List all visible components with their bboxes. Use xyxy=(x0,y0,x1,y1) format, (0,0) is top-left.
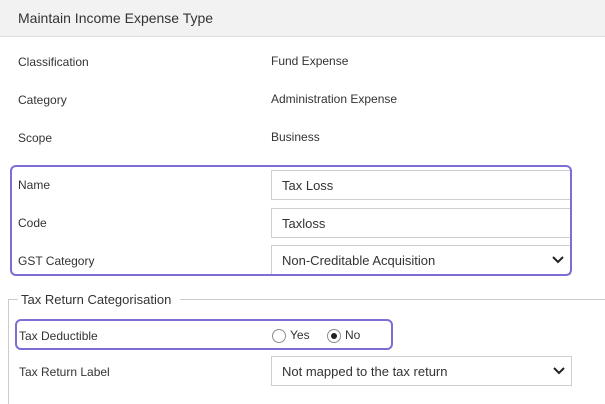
tax-return-label-select[interactable]: Not mapped to the tax return xyxy=(271,356,572,386)
fieldset-border-left xyxy=(8,299,9,404)
chevron-down-icon xyxy=(552,256,564,264)
tax-deductible-no-radio[interactable] xyxy=(327,329,341,343)
name-input-value: Tax Loss xyxy=(282,178,334,193)
code-input-value: Taxloss xyxy=(282,216,326,231)
tax-return-legend: Tax Return Categorisation xyxy=(19,292,174,307)
gst-category-select[interactable]: Non-Creditable Acquisition xyxy=(271,245,571,275)
classification-value: Fund Expense xyxy=(271,54,349,68)
gst-category-select-value: Non-Creditable Acquisition xyxy=(282,253,436,268)
gst-category-label: GST Category xyxy=(18,254,95,268)
radio-selected-dot xyxy=(331,333,337,339)
tax-return-label-label: Tax Return Label xyxy=(19,365,110,379)
tax-return-label-select-value: Not mapped to the tax return xyxy=(282,364,448,379)
fieldset-border-right-top xyxy=(180,299,605,300)
category-label: Category xyxy=(18,93,67,107)
tax-deductible-label: Tax Deductible xyxy=(19,329,98,343)
scope-value: Business xyxy=(271,130,320,144)
tax-deductible-yes-radio[interactable] xyxy=(272,329,286,343)
tax-deductible-yes-label[interactable]: Yes xyxy=(290,328,310,342)
chevron-down-icon xyxy=(553,367,565,375)
code-label: Code xyxy=(18,216,47,230)
name-label: Name xyxy=(18,178,51,192)
category-value: Administration Expense xyxy=(271,92,398,106)
tax-deductible-no-label[interactable]: No xyxy=(345,328,360,342)
page-header: Maintain Income Expense Type xyxy=(0,0,605,37)
fieldset-border-left-top xyxy=(8,299,18,300)
classification-label: Classification xyxy=(18,55,89,69)
page-title: Maintain Income Expense Type xyxy=(18,10,214,26)
scope-label: Scope xyxy=(18,131,53,145)
name-input[interactable]: Tax Loss xyxy=(271,170,571,200)
code-input[interactable]: Taxloss xyxy=(271,208,571,238)
